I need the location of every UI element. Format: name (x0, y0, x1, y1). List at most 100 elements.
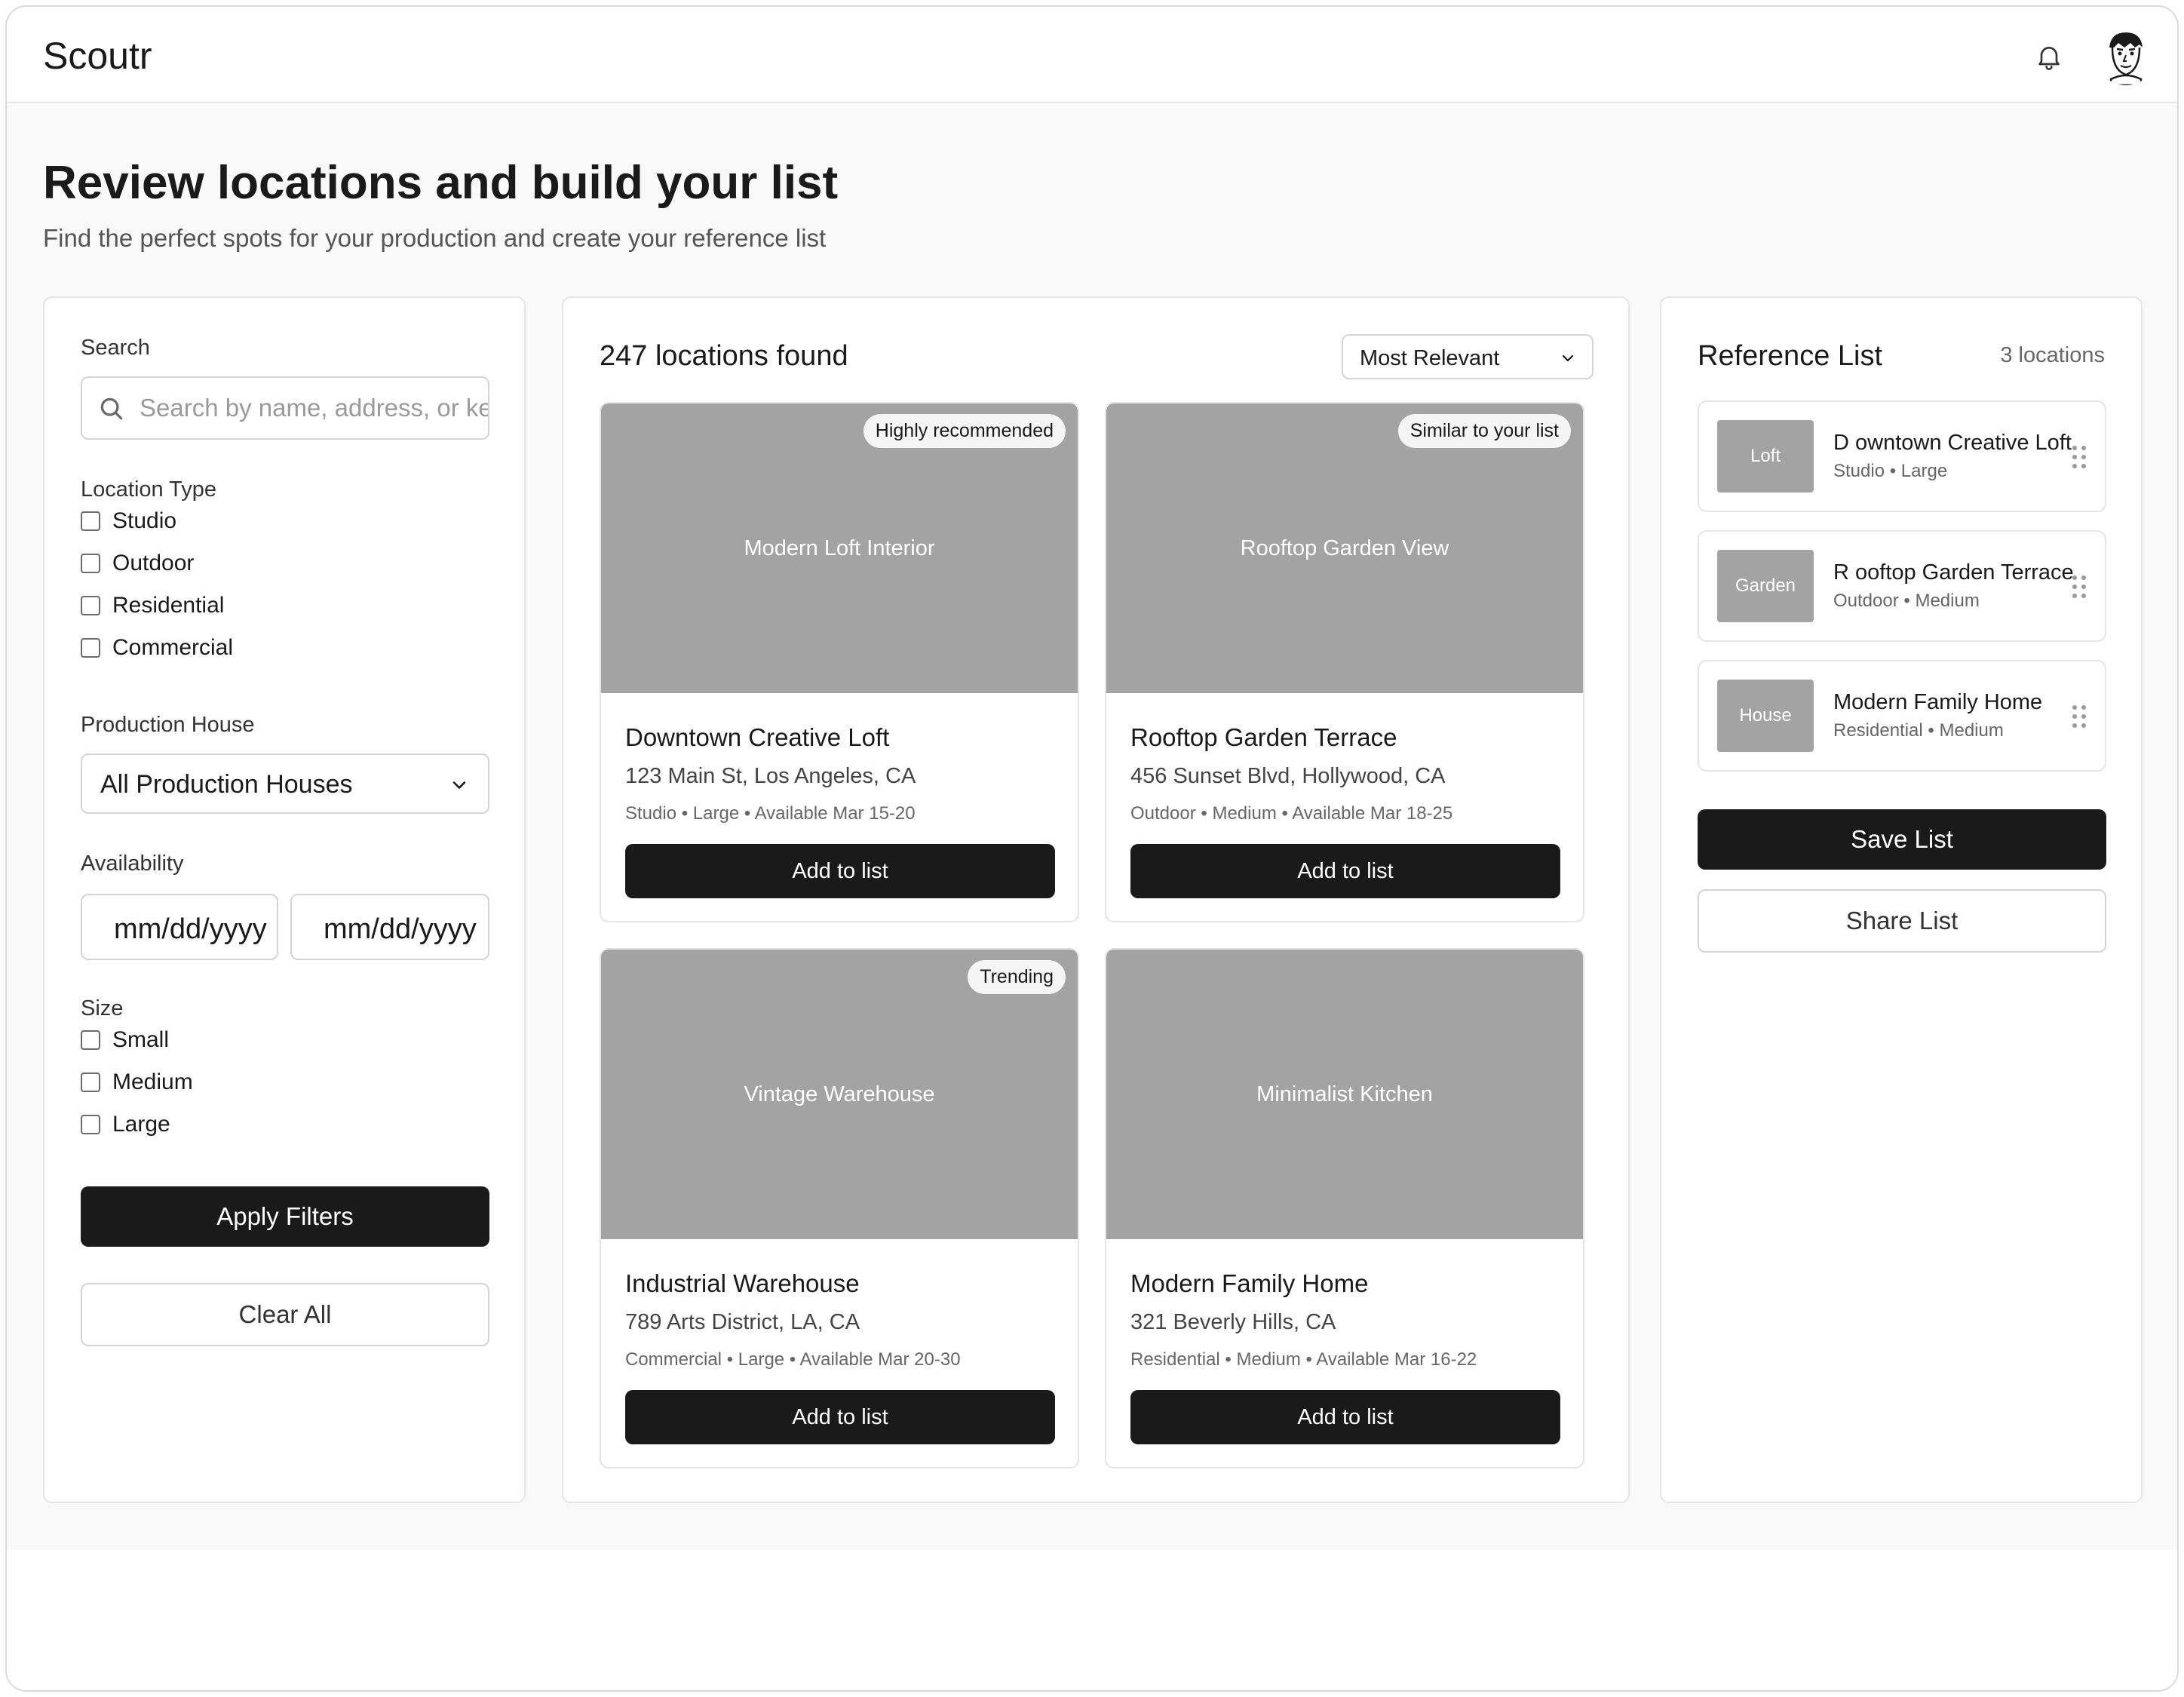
main-content: Review locations and build your list Fin… (7, 105, 2177, 1550)
image-label: Modern Loft Interior (744, 535, 935, 560)
apply-filters-button[interactable]: Apply Filters (81, 1186, 489, 1247)
location-card[interactable]: Modern Loft Interior Highly recommended … (600, 402, 1079, 922)
reference-list-title: Reference List (1698, 340, 1883, 372)
image-label: Vintage Warehouse (744, 1082, 935, 1106)
brand-logo: Scoutr (43, 35, 152, 77)
checkbox[interactable] (81, 596, 100, 615)
checkbox-label: Medium (112, 1069, 193, 1094)
location-card[interactable]: Minimalist Kitchen Modern Family Home 32… (1105, 948, 1584, 1468)
image-label: Minimalist Kitchen (1256, 1082, 1433, 1106)
checkbox-residential[interactable]: Residential (81, 591, 224, 621)
checkbox[interactable] (81, 554, 100, 573)
checkbox-medium[interactable]: Medium (81, 1067, 193, 1097)
checkbox-small[interactable]: Small (81, 1025, 169, 1055)
production-house-label: Production House (81, 713, 255, 737)
date-end-placeholder: mm/dd/yyyy (324, 913, 477, 945)
reference-thumbnail: Garden (1717, 550, 1814, 622)
reference-item-meta: Outdoor • Medium (1833, 591, 1980, 611)
reference-item-name: R ooftop Garden Terrace (1833, 560, 2074, 585)
location-meta: Commercial • Large • Available Mar 20-30 (625, 1349, 961, 1370)
page-title: Review locations and build your list (43, 157, 839, 209)
location-address: 321 Beverly Hills, CA (1130, 1310, 1336, 1334)
reference-item-meta: Studio • Large (1833, 461, 1948, 481)
search-field[interactable] (81, 376, 489, 440)
reference-list-count: 3 locations (2000, 343, 2105, 367)
add-to-list-button[interactable]: Add to list (625, 844, 1055, 898)
location-meta: Outdoor • Medium • Available Mar 18-25 (1130, 803, 1453, 824)
location-title: Downtown Creative Loft (625, 723, 890, 751)
reference-list-item[interactable]: Garden R ooftop Garden Terrace Outdoor •… (1698, 530, 2106, 642)
bell-icon[interactable] (2034, 41, 2064, 72)
results-count: 247 locations found (600, 340, 848, 372)
add-to-list-button[interactable]: Add to list (1130, 844, 1560, 898)
status-badge: Highly recommended (863, 414, 1066, 448)
location-meta: Studio • Large • Available Mar 15-20 (625, 803, 916, 824)
checkbox-label: Residential (112, 593, 225, 618)
sort-select[interactable]: Most Relevant (1342, 334, 1594, 379)
reference-item-name: Modern Family Home (1833, 690, 2043, 714)
reference-thumbnail: Loft (1717, 420, 1814, 493)
avatar[interactable] (2096, 25, 2156, 85)
top-bar: Scoutr (7, 7, 2177, 103)
checkbox[interactable] (81, 638, 100, 658)
checkbox-label: Small (112, 1027, 170, 1052)
location-type-label: Location Type (81, 477, 217, 502)
date-start-input[interactable]: mm/dd/yyyy (81, 894, 278, 960)
chevron-down-icon (1562, 354, 1574, 362)
status-badge: Trending (968, 960, 1066, 994)
drag-handle-icon[interactable] (2070, 574, 2088, 600)
reference-list-panel: Reference List 3 locations Loft D owntow… (1660, 296, 2143, 1503)
app-window: Scoutr Review locations and build your l… (5, 5, 2179, 1692)
drag-handle-icon[interactable] (2070, 704, 2088, 729)
checkbox[interactable] (81, 1030, 100, 1050)
location-address: 123 Main St, Los Angeles, CA (625, 764, 916, 788)
search-input[interactable] (140, 378, 488, 438)
production-house-value: All Production Houses (100, 770, 353, 799)
reference-thumbnail: House (1717, 680, 1814, 752)
checkbox[interactable] (81, 511, 100, 531)
reference-item-name: D owntown Creative Loft (1833, 431, 2072, 455)
drag-handle-icon[interactable] (2070, 444, 2088, 470)
date-start-placeholder: mm/dd/yyyy (114, 913, 267, 945)
location-title: Modern Family Home (1130, 1269, 1369, 1297)
reference-item-meta: Residential • Medium (1833, 720, 2004, 741)
page-subtitle: Find the perfect spots for your producti… (43, 224, 827, 252)
image-label: Rooftop Garden View (1240, 535, 1449, 560)
size-label: Size (81, 996, 124, 1020)
save-list-button[interactable]: Save List (1698, 809, 2106, 870)
search-label: Search (81, 336, 150, 360)
location-title: Rooftop Garden Terrace (1130, 723, 1397, 751)
location-title: Industrial Warehouse (625, 1269, 860, 1297)
production-house-select[interactable]: All Production Houses (81, 753, 489, 814)
status-badge: Similar to your list (1397, 414, 1571, 448)
results-panel: 247 locations found Most Relevant Modern… (562, 296, 1630, 1503)
checkbox-commercial[interactable]: Commercial (81, 633, 233, 663)
checkbox-outdoor[interactable]: Outdoor (81, 548, 194, 578)
location-address: 456 Sunset Blvd, Hollywood, CA (1130, 764, 1446, 788)
checkbox[interactable] (81, 1115, 100, 1134)
availability-label: Availability (81, 852, 184, 876)
location-image: Minimalist Kitchen (1106, 950, 1583, 1239)
checkbox-label: Large (112, 1112, 170, 1137)
checkbox-label: Commercial (112, 635, 234, 660)
checkbox-label: Outdoor (112, 551, 195, 575)
chevron-down-icon (452, 781, 466, 789)
location-card[interactable]: Rooftop Garden View Similar to your list… (1105, 402, 1584, 922)
filters-panel: Search Location Type Studio Outdoor Resi… (43, 296, 526, 1503)
share-list-button[interactable]: Share List (1698, 889, 2106, 953)
location-card[interactable]: Vintage Warehouse Trending Industrial Wa… (600, 948, 1079, 1468)
reference-list-item[interactable]: Loft D owntown Creative Loft Studio • La… (1698, 400, 2106, 512)
clear-all-button[interactable]: Clear All (81, 1283, 489, 1346)
checkbox-label: Studio (112, 508, 177, 533)
location-meta: Residential • Medium • Available Mar 16-… (1130, 1349, 1477, 1370)
location-address: 789 Arts District, LA, CA (625, 1310, 860, 1334)
search-icon (100, 397, 123, 420)
sort-value: Most Relevant (1360, 346, 1500, 370)
checkbox-large[interactable]: Large (81, 1109, 170, 1140)
checkbox[interactable] (81, 1073, 100, 1092)
add-to-list-button[interactable]: Add to list (1130, 1390, 1560, 1444)
add-to-list-button[interactable]: Add to list (625, 1390, 1055, 1444)
reference-list-item[interactable]: House Modern Family Home Residential • M… (1698, 660, 2106, 772)
date-end-input[interactable]: mm/dd/yyyy (290, 894, 489, 960)
checkbox-studio[interactable]: Studio (81, 506, 176, 536)
